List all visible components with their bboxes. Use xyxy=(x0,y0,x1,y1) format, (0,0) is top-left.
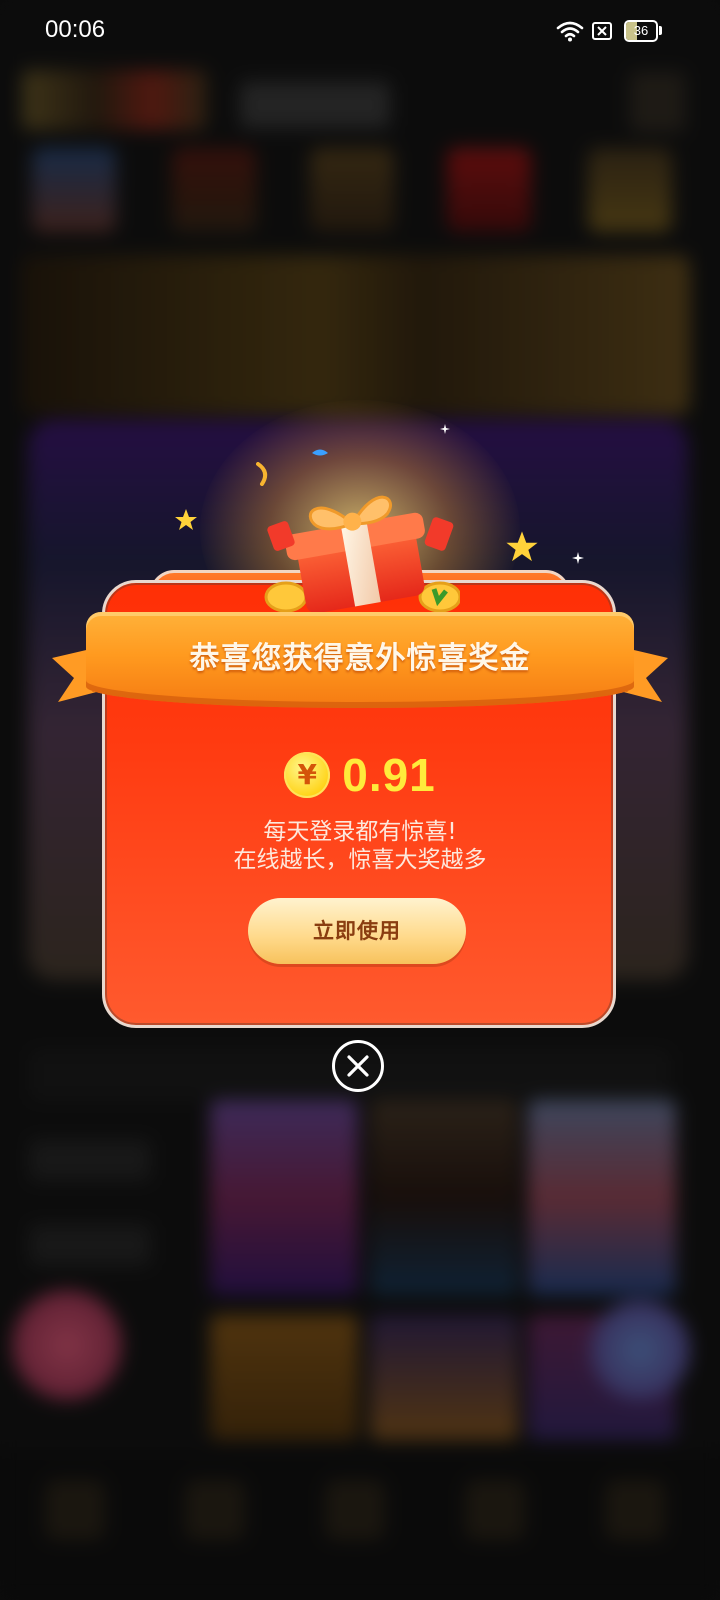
confetti-icon xyxy=(312,449,328,456)
reward-amount: ¥0.91 xyxy=(0,748,720,808)
confetti-icon xyxy=(256,462,268,486)
use-now-button[interactable]: 立即使用 xyxy=(248,898,466,964)
dialog-title: 恭喜您获得意外惊喜奖金 xyxy=(189,641,531,676)
star-icon xyxy=(175,509,197,530)
sparkle-icon xyxy=(572,552,584,564)
star-icon xyxy=(506,531,538,562)
amount-value: 0.91 xyxy=(342,749,436,801)
gift-box-icon xyxy=(264,495,460,614)
message-line-2: 在线越长，惊喜大奖越多 xyxy=(233,847,487,873)
sparkle-icon xyxy=(440,424,450,434)
reward-dialog: 恭喜您获得意外惊喜奖金 ¥0.91 每天登录都有惊喜! 在线越长，惊喜大奖越多 … xyxy=(0,0,720,1600)
yuan-coin-icon: ¥ xyxy=(284,752,331,798)
close-button[interactable] xyxy=(332,1040,384,1092)
close-icon xyxy=(347,1055,369,1077)
